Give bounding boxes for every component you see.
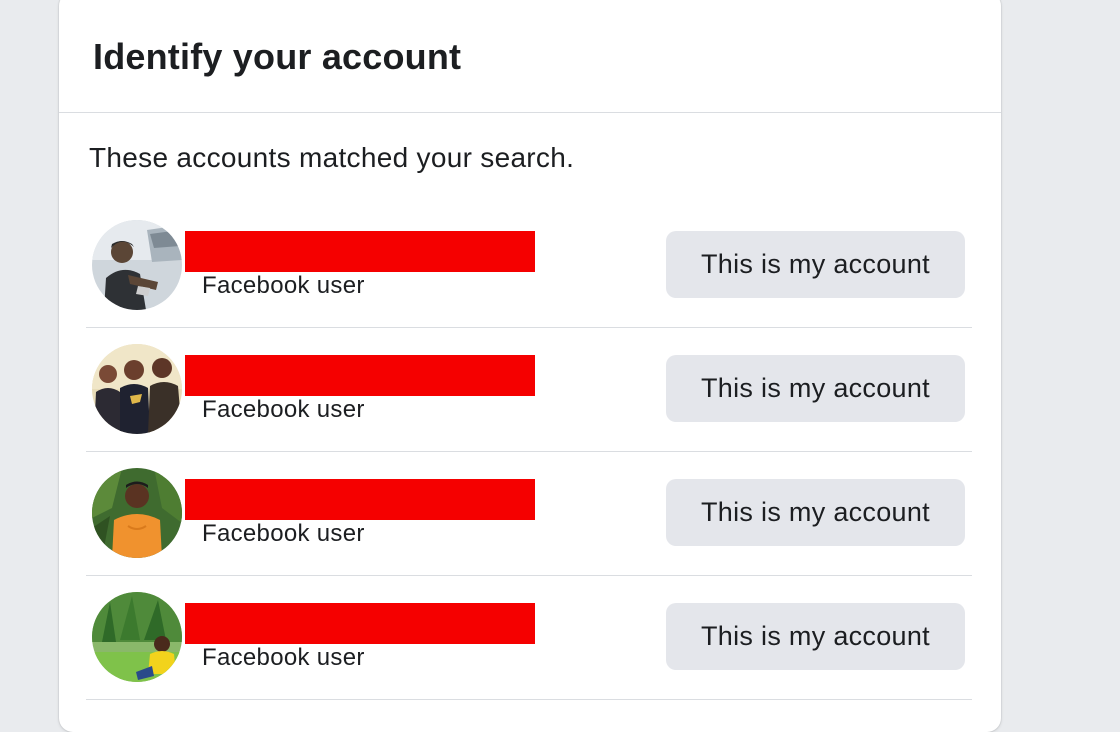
redaction-bar (185, 479, 535, 520)
page-title: Identify your account (93, 36, 462, 77)
account-results-list: Facebook user This is my account Faceboo… (86, 204, 972, 700)
redacted-name (185, 355, 535, 396)
avatar (92, 220, 182, 310)
account-subtitle: Facebook user (202, 272, 365, 299)
account-result-row: Facebook user This is my account (86, 328, 972, 452)
account-subtitle: Facebook user (202, 644, 365, 671)
redacted-name (185, 603, 535, 644)
identify-account-card: Identify your account These accounts mat… (59, 0, 1001, 732)
account-subtitle: Facebook user (202, 520, 365, 547)
avatar (92, 344, 182, 434)
account-result-row: Facebook user This is my account (86, 204, 972, 328)
avatar (92, 592, 182, 682)
card-header: Identify your account (59, 0, 1001, 113)
this-is-my-account-button[interactable]: This is my account (666, 603, 965, 670)
account-result-row: Facebook user This is my account (86, 576, 972, 700)
redaction-bar (185, 603, 535, 644)
intro-text: These accounts matched your search. (89, 142, 575, 173)
account-subtitle: Facebook user (202, 396, 365, 423)
account-result-row: Facebook user This is my account (86, 452, 972, 576)
redaction-bar (185, 231, 535, 272)
redacted-name (185, 479, 535, 520)
redaction-bar (185, 355, 535, 396)
avatar (92, 468, 182, 558)
this-is-my-account-button[interactable]: This is my account (666, 231, 965, 298)
this-is-my-account-button[interactable]: This is my account (666, 355, 965, 422)
this-is-my-account-button[interactable]: This is my account (666, 479, 965, 546)
redacted-name (185, 231, 535, 272)
